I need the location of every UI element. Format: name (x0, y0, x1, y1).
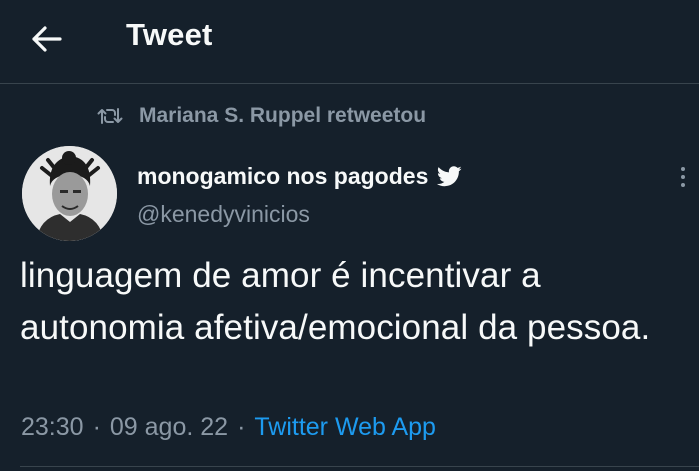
dot-icon (681, 175, 685, 179)
dot-icon (681, 183, 685, 187)
twitter-bird-icon (437, 165, 462, 187)
author-display-name: monogamico nos pagodes (137, 162, 429, 189)
tweet-date[interactable]: 09 ago. 22 (110, 413, 228, 442)
separator: · (92, 412, 101, 441)
tweet-time[interactable]: 23:30 (21, 413, 84, 442)
author-handle[interactable]: @kenedyvinicios (137, 201, 310, 228)
tweet-source-link[interactable]: Twitter Web App (254, 413, 436, 442)
page-title: Tweet (126, 17, 213, 52)
back-button[interactable] (30, 22, 64, 56)
author-name-row[interactable]: monogamico nos pagodes (137, 160, 462, 192)
arrow-left-icon (32, 26, 62, 52)
avatar[interactable] (22, 146, 117, 241)
more-options-button[interactable] (672, 162, 694, 192)
top-bar: Tweet (0, 0, 699, 84)
divider (20, 466, 699, 467)
tweet-text: linguagem de amor é incentivar a autonom… (20, 256, 651, 347)
retweet-context[interactable]: Mariana S. Ruppel retweetou (97, 101, 426, 131)
retweeted-by-label: Mariana S. Ruppel retweetou (139, 104, 427, 127)
dot-icon (681, 167, 685, 171)
retweet-icon (97, 105, 127, 127)
separator: · (237, 412, 246, 441)
tweet-metadata: 23:30 · 09 ago. 22 · Twitter Web App (21, 410, 436, 444)
